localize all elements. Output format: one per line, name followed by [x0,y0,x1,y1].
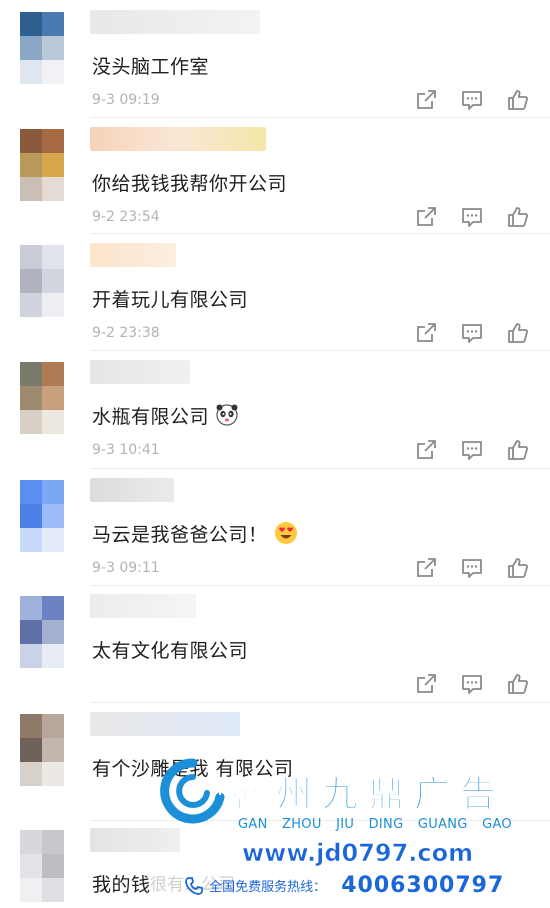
avatar[interactable] [20,12,64,84]
comment-text-content: 我的钱 [92,874,151,896]
comment-timestamp: 9-2 23:54 [92,209,160,225]
comment-timestamp: 9-3 09:19 [92,92,160,108]
ad-logo-icon [160,758,225,824]
comment-text-content: 开着玩儿有限公司 [92,289,249,311]
share-icon[interactable] [414,672,438,696]
like-icon[interactable] [506,205,530,229]
avatar[interactable] [20,245,64,317]
comment-text: 没头脑工作室 [92,52,209,79]
comment-actions [414,88,530,112]
comment-item: 马云是我爸爸公司！ 9-3 09:11 [0,478,550,588]
like-icon[interactable] [506,321,530,345]
ad-hotline-label: 全国免费服务热线： [209,880,327,895]
comment-icon[interactable] [460,205,484,229]
avatar[interactable] [20,362,64,434]
panda-face-emoji [215,403,239,427]
share-icon[interactable] [414,556,438,580]
ad-website: www.jd0797.com [242,839,474,868]
comment-icon[interactable] [460,438,484,462]
ad-brand-pinyin: GAN ZHOU JIU DING GUANG GAO [238,817,512,832]
share-icon[interactable] [414,205,438,229]
nickname-redacted[interactable] [90,243,176,267]
ad-brand-name: 赣州九鼎广告 [229,774,507,816]
comment-icon[interactable] [460,321,484,345]
like-icon[interactable] [506,88,530,112]
comment-text: 我的钱 [92,870,151,897]
comment-text-content: 没头脑工作室 [92,56,210,78]
nickname-redacted[interactable] [90,712,240,736]
comment-text-content: 太有文化有限公司 [92,640,249,662]
nickname-redacted[interactable] [90,594,196,618]
share-icon[interactable] [414,88,438,112]
comment-actions [414,438,530,462]
ad-hotline-row: 全国免费服务热线： 4006300797 [184,873,504,901]
like-icon[interactable] [506,672,530,696]
like-icon[interactable] [506,556,530,580]
comment-item: 没头脑工作室 9-3 09:19 [0,10,550,120]
nickname-redacted[interactable] [90,127,266,151]
comment-item: 太有文化有限公司 [0,594,550,704]
phone-icon [185,876,203,895]
comment-timestamp: 9-3 09:11 [92,560,160,576]
comment-item: 水瓶有限公司 9-3 10:41 [0,360,550,470]
comment-actions [414,556,530,580]
nickname-redacted[interactable] [90,360,190,384]
comment-text-content: 马云是我爸爸公司！ [92,524,268,546]
ad-watermark: 赣州九鼎广告 GAN ZHOU JIU DING GUANG GAO www.j… [150,745,550,908]
comment-text: 你给我钱我帮你开公司 [92,169,287,196]
avatar[interactable] [20,714,64,786]
comment-text-content: 你给我钱我帮你开公司 [92,173,288,195]
nickname-redacted[interactable] [90,478,174,502]
comment-text: 太有文化有限公司 [92,636,248,663]
comment-text-content: 水瓶有限公司 [92,406,210,428]
comment-actions [414,321,530,345]
share-icon[interactable] [414,321,438,345]
comment-actions [414,672,530,696]
avatar[interactable] [20,129,64,201]
comment-text: 马云是我爸爸公司！ [92,520,298,547]
avatar[interactable] [20,480,64,552]
heart-eyes-emoji [274,521,298,545]
comment-timestamp: 9-3 10:41 [92,442,160,458]
avatar[interactable] [20,830,64,902]
comment-text: 水瓶有限公司 [92,402,239,429]
comment-timestamp: 9-2 23:38 [92,325,160,341]
avatar[interactable] [20,596,64,668]
ad-phone-number: 4006300797 [341,873,505,898]
comment-item: 你给我钱我帮你开公司 9-2 23:54 [0,127,550,237]
comment-icon[interactable] [460,88,484,112]
nickname-redacted[interactable] [90,10,260,34]
like-icon[interactable] [506,438,530,462]
comment-actions [414,205,530,229]
comment-icon[interactable] [460,672,484,696]
share-icon[interactable] [414,438,438,462]
comment-item: 开着玩儿有限公司 9-2 23:38 [0,243,550,353]
comment-text: 开着玩儿有限公司 [92,285,248,312]
comment-icon[interactable] [460,556,484,580]
